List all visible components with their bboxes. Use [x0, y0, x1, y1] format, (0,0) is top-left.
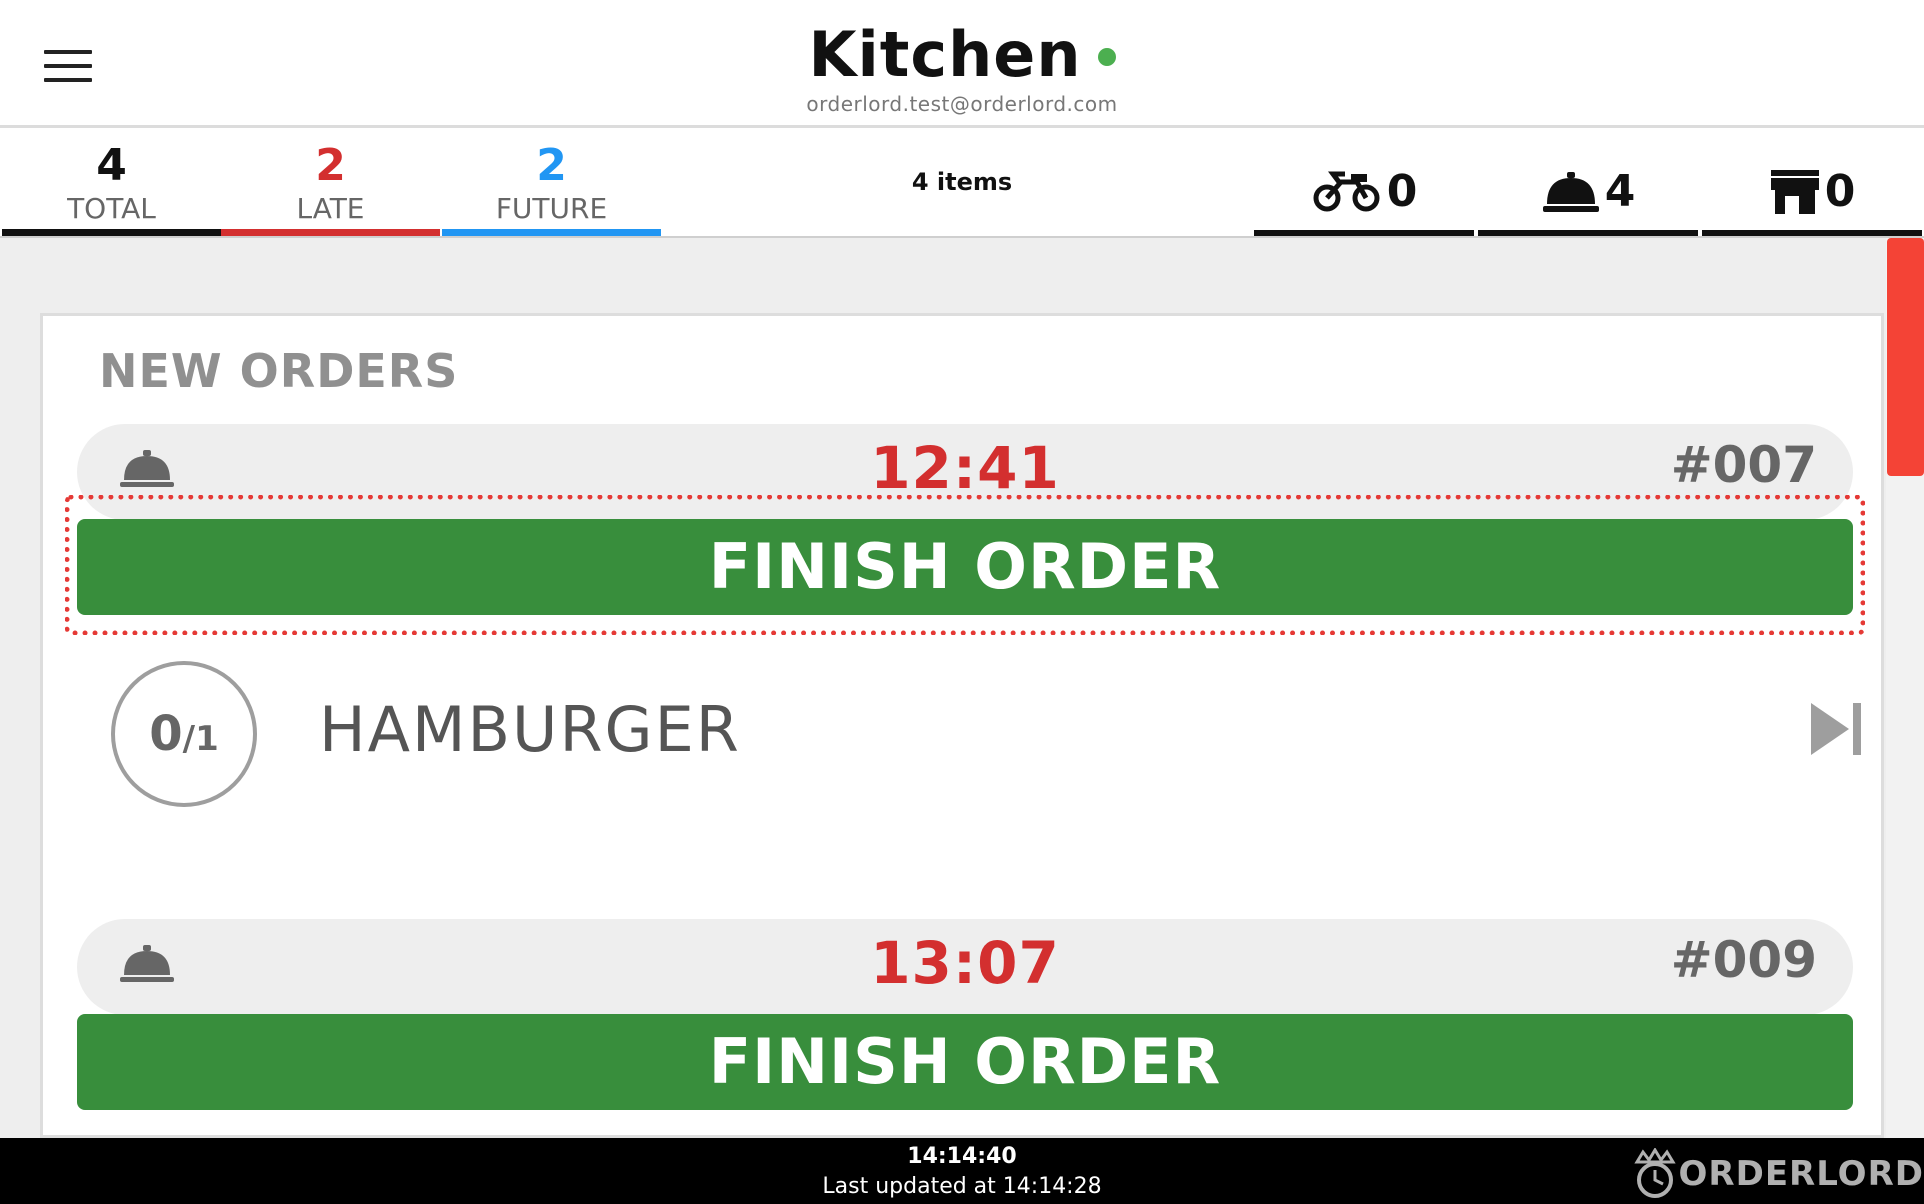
title-area: Kitchen [0, 18, 1924, 91]
late-count: 2 [315, 140, 346, 191]
filter-future[interactable]: 2 FUTURE [442, 128, 661, 236]
section-title: NEW ORDERS [99, 344, 459, 398]
account-email: orderlord.test@orderlord.com [806, 92, 1118, 116]
channel-dine-in[interactable]: 4 [1478, 156, 1698, 236]
brand-name: ORDERLORD [1678, 1154, 1924, 1194]
channel-pickup[interactable]: 0 [1702, 156, 1922, 236]
order-header: 12:41 #007 [77, 424, 1853, 520]
items-count: 4 items [911, 168, 1013, 196]
order-time: 13:07 [870, 929, 1060, 997]
finish-order-button[interactable]: FINISH ORDER [77, 1014, 1853, 1110]
online-status-indicator [1097, 48, 1116, 66]
motorbike-delivery-icon [1313, 171, 1380, 211]
skip-next-icon[interactable] [1809, 701, 1865, 757]
order-header: 13:07 #009 [77, 919, 1853, 1015]
dine-in-count: 4 [1604, 166, 1636, 217]
pickup-count: 0 [1824, 166, 1856, 217]
order-number: #007 [1670, 436, 1817, 494]
order-item: 0/1 HAMBURGER [77, 661, 1861, 821]
filter-total[interactable]: 4 TOTAL [2, 128, 221, 236]
late-label: LATE [296, 192, 365, 225]
future-label: FUTURE [495, 192, 608, 225]
filter-late[interactable]: 2 LATE [221, 128, 440, 236]
scrollbar-thumb[interactable] [1887, 238, 1924, 476]
order-number: #009 [1670, 931, 1817, 989]
crown-clock-icon [1633, 1147, 1676, 1198]
item-name: HAMBURGER [319, 693, 741, 766]
total-underline [2, 229, 221, 236]
item-progress-button[interactable]: 0/1 [111, 661, 257, 807]
pickup-underline [1702, 230, 1922, 236]
delivery-count: 0 [1386, 166, 1418, 217]
stats-bar: 4 TOTAL 2 LATE 2 FUTURE 4 items 0 4 0 [0, 128, 1924, 238]
page-title: Kitchen [808, 18, 1082, 91]
item-done-count: 0 [149, 706, 183, 762]
service-cloche-icon [1542, 171, 1599, 212]
app-header: Kitchen orderlord.test@orderlord.com [0, 0, 1924, 128]
status-footer: 14:14:40 Last updated at 14:14:28 ORDERL… [0, 1138, 1924, 1204]
total-count: 4 [96, 140, 127, 191]
item-total-count: 1 [195, 719, 219, 759]
brand-logo: ORDERLORD [1631, 1147, 1924, 1200]
new-orders-panel: NEW ORDERS 12:41 #007 FINISH ORDER 0/1 H… [40, 313, 1884, 1138]
channel-delivery[interactable]: 0 [1254, 156, 1474, 236]
future-underline [442, 229, 661, 236]
dine-in-underline [1478, 230, 1698, 236]
order-time: 12:41 [870, 434, 1060, 502]
item-total-separator: / [182, 719, 196, 759]
storefront-pickup-icon [1770, 169, 1819, 214]
total-label: TOTAL [67, 192, 156, 225]
late-underline [221, 229, 440, 236]
future-count: 2 [536, 140, 567, 191]
delivery-underline [1254, 230, 1474, 236]
finish-order-button[interactable]: FINISH ORDER [77, 519, 1853, 615]
